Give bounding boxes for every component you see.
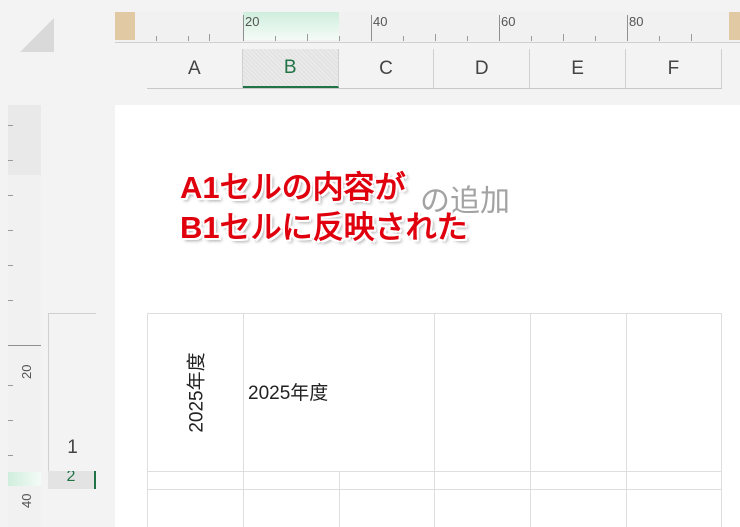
ruler-row-highlight <box>8 472 41 486</box>
ruler-label: 40 <box>373 14 388 29</box>
ruler-label: 20 <box>19 364 34 379</box>
gridline <box>339 471 340 527</box>
select-all-corner[interactable] <box>20 18 54 52</box>
annotation-line: A1セルの内容が <box>180 170 406 205</box>
ruler-label: 20 <box>245 14 260 29</box>
gridline <box>434 313 435 527</box>
row-header-2[interactable]: 2 <box>48 471 96 489</box>
horizontal-ruler: 20 40 60 80 <box>115 12 740 43</box>
ruler-margin-left[interactable] <box>115 12 135 40</box>
ruler-top-margin <box>8 105 41 175</box>
ruler-label: 80 <box>629 14 644 29</box>
ruler-label: 60 <box>501 14 516 29</box>
column-header-a[interactable]: A <box>147 49 243 88</box>
cell-b1[interactable]: 2025年度 <box>248 378 328 405</box>
vertical-ruler: 20 40 <box>8 105 41 527</box>
gridline <box>721 313 722 527</box>
cell-a1-text: 2025年度 <box>186 351 208 433</box>
annotation-callout: A1セルの内容が B1セルに反映された <box>180 168 468 248</box>
ruler-label: 40 <box>19 493 34 508</box>
column-header-b[interactable]: B <box>242 49 339 88</box>
column-header-e[interactable]: E <box>530 49 626 88</box>
cell-a1[interactable]: 2025年度 <box>147 313 243 471</box>
ruler-margin-right[interactable] <box>729 12 740 40</box>
column-header-c[interactable]: C <box>338 49 435 88</box>
gridline <box>530 313 531 527</box>
column-headers: A B C D E F <box>147 49 722 89</box>
gridline <box>243 313 244 527</box>
gridline <box>626 313 627 527</box>
column-header-d[interactable]: D <box>434 49 531 88</box>
row-header-1[interactable]: 1 <box>48 313 96 471</box>
column-header-f[interactable]: F <box>625 49 722 88</box>
annotation-line: B1セルに反映された <box>180 210 468 245</box>
